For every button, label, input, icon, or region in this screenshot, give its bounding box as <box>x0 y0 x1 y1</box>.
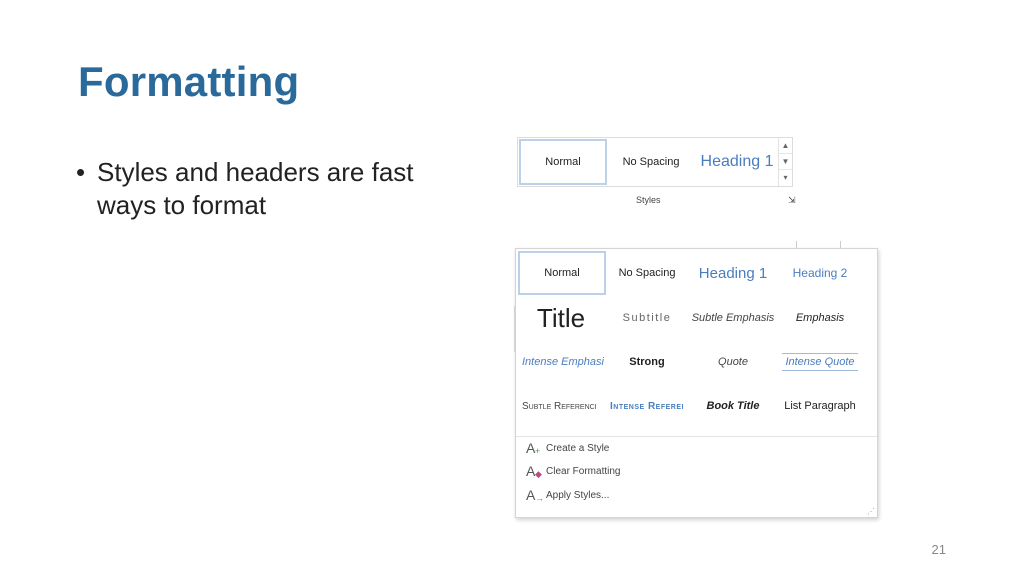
dialog-launcher-icon[interactable]: ⇲ <box>788 195 796 206</box>
create-style-menu-item[interactable]: A + Create a Style <box>526 438 609 458</box>
clear-formatting-menu-item[interactable]: A ◆ Clear Formatting <box>526 461 620 481</box>
gallery-style-emphasis[interactable]: Emphasis <box>778 297 862 339</box>
clear-formatting-icon: A ◆ <box>526 463 542 479</box>
style-normal-button[interactable]: Normal <box>519 139 607 185</box>
styles-gallery-expanded: Normal No Spacing Heading 1 Heading 2 Ti… <box>515 248 878 518</box>
gallery-style-subtle-reference[interactable]: Subtle Referenci <box>518 385 604 427</box>
style-heading1-button[interactable]: Heading 1 <box>696 138 778 186</box>
apply-styles-menu-item[interactable]: A → Apply Styles... <box>526 485 609 505</box>
gallery-style-intense-quote[interactable]: Intense Quote <box>782 353 858 371</box>
gallery-style-normal[interactable]: Normal <box>518 251 606 295</box>
resize-grip-icon[interactable]: ⋰ <box>867 507 875 516</box>
gallery-style-intense-emphasis[interactable]: Intense Emphasi <box>518 341 604 383</box>
bullet-item: • Styles and headers are fast ways to fo… <box>76 156 416 222</box>
create-style-icon: A + <box>526 440 541 456</box>
gallery-style-intense-reference[interactable]: Intense Referei <box>606 385 688 427</box>
gallery-style-book-title[interactable]: Book Title <box>690 385 776 427</box>
menu-item-label: Clear Formatting <box>546 465 621 477</box>
apply-styles-icon: A → <box>526 487 544 503</box>
gallery-style-no-spacing[interactable]: No Spacing <box>606 253 688 293</box>
gallery-style-heading1[interactable]: Heading 1 <box>690 253 776 293</box>
menu-item-label: Apply Styles... <box>546 489 610 501</box>
bullet-dot: • <box>76 157 86 187</box>
divider <box>840 241 841 248</box>
chevron-down-icon[interactable]: ▼ <box>779 154 792 170</box>
gallery-style-quote[interactable]: Quote <box>690 341 776 383</box>
bullet-text: Styles and headers are fast ways to form… <box>97 157 414 220</box>
gallery-style-subtle-emphasis[interactable]: Subtle Emphasis <box>690 297 776 339</box>
styles-group-label: Styles <box>636 195 661 205</box>
chevron-up-icon[interactable]: ▲ <box>779 138 792 154</box>
divider <box>796 241 797 248</box>
divider <box>516 436 877 437</box>
gallery-style-strong[interactable]: Strong <box>606 341 688 383</box>
page-number: 21 <box>931 542 946 557</box>
style-no-spacing-button[interactable]: No Spacing <box>608 138 694 186</box>
slide-title: Formatting <box>78 58 300 105</box>
ribbon-styles-gallery: Normal No Spacing Heading 1 ▲ ▼ ▾ <box>517 137 793 187</box>
gallery-style-list-paragraph[interactable]: List Paragraph <box>778 385 862 427</box>
gallery-style-title[interactable]: Title <box>518 297 604 339</box>
gallery-scrollbar: ▲ ▼ ▾ <box>778 138 792 186</box>
gallery-style-heading2[interactable]: Heading 2 <box>778 253 862 293</box>
menu-item-label: Create a Style <box>546 442 610 454</box>
more-expand-icon[interactable]: ▾ <box>779 170 792 185</box>
gallery-style-subtitle[interactable]: Subtitle <box>606 297 688 339</box>
